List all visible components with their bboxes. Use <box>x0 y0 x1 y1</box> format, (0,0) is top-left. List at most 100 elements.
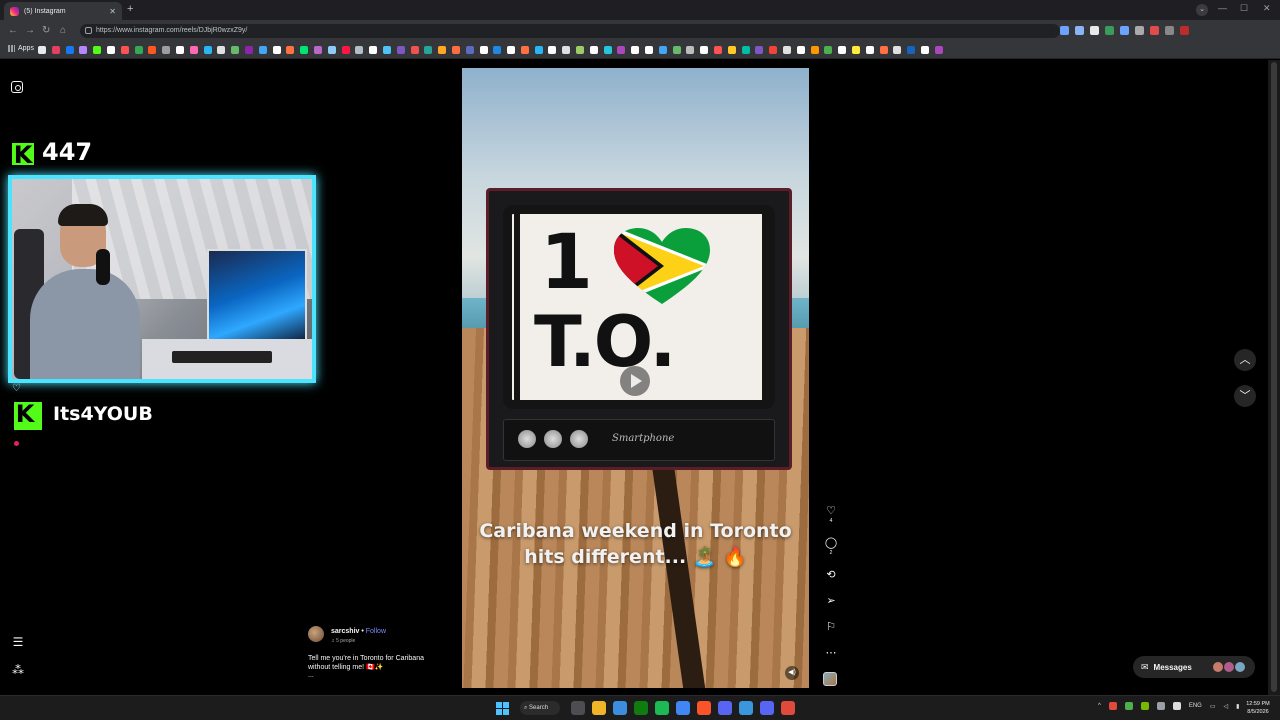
bookmark-favicon-icon[interactable] <box>714 46 723 54</box>
tray-app-icon[interactable] <box>1108 702 1117 710</box>
tab-close-icon[interactable]: ✕ <box>109 7 116 16</box>
bookmark-favicon-icon[interactable] <box>313 46 322 54</box>
taskbar-app-icon[interactable] <box>781 701 795 715</box>
bookmark-favicon-icon[interactable] <box>838 46 847 54</box>
bookmark-favicon-icon[interactable] <box>327 46 336 54</box>
bookmark-favicon-icon[interactable] <box>783 46 792 54</box>
avatar[interactable] <box>308 626 324 642</box>
bookmark-favicon-icon[interactable] <box>865 46 874 54</box>
bookmark-favicon-icon[interactable] <box>217 46 226 54</box>
extension-icon[interactable] <box>1075 26 1084 35</box>
bookmark-favicon-icon[interactable] <box>741 46 750 54</box>
extension-icon[interactable] <box>1120 26 1129 35</box>
bookmark-favicon-icon[interactable] <box>465 46 474 54</box>
taskbar-app-icon[interactable] <box>718 701 732 715</box>
comment-button[interactable]: ◯ 2 <box>823 537 839 556</box>
taskbar-search[interactable]: ⌕ Search <box>520 701 560 715</box>
bookmark-favicon-icon[interactable] <box>562 46 571 54</box>
bookmark-favicon-icon[interactable] <box>148 46 157 54</box>
bookmark-favicon-icon[interactable] <box>934 46 943 54</box>
bookmark-favicon-icon[interactable] <box>355 46 364 54</box>
address-bar[interactable]: https://www.instagram.com/reels/DJbjR0wz… <box>80 24 1060 38</box>
bookmark-favicon-icon[interactable] <box>893 46 902 54</box>
window-close-icon[interactable]: ✕ <box>1263 3 1271 14</box>
bookmark-favicon-icon[interactable] <box>203 46 212 54</box>
bookmark-apps[interactable]: Apps <box>8 45 34 52</box>
bookmark-favicon-icon[interactable] <box>451 46 460 54</box>
bookmark-favicon-icon[interactable] <box>258 46 267 54</box>
network-icon[interactable]: ▭ <box>1210 703 1216 710</box>
language-indicator[interactable]: ENG <box>1189 703 1202 709</box>
bookmark-favicon-icon[interactable] <box>231 46 240 54</box>
bookmark-favicon-icon[interactable] <box>852 46 861 54</box>
next-reel-button[interactable]: ﹀ <box>1234 385 1256 407</box>
bookmark-favicon-icon[interactable] <box>810 46 819 54</box>
extension-icon[interactable] <box>1150 26 1159 35</box>
browser-tab-instagram[interactable]: (5) Instagram ✕ <box>4 2 122 20</box>
bookmark-favicon-icon[interactable] <box>93 46 102 54</box>
menu-icon[interactable]: ☰ <box>11 635 25 649</box>
minimize-icon[interactable]: — <box>1218 3 1227 13</box>
taskbar-app-icon[interactable] <box>760 701 774 715</box>
reel-video[interactable]: 1 T.O. Smartphone Caribana weekend in To… <box>462 68 809 688</box>
bookmark-favicon-icon[interactable] <box>824 46 833 54</box>
bookmark-favicon-icon[interactable] <box>548 46 557 54</box>
back-icon[interactable]: ← <box>8 25 18 36</box>
bookmark-favicon-icon[interactable] <box>921 46 929 54</box>
volume-icon[interactable]: ◁ <box>1224 703 1229 710</box>
extension-icon[interactable] <box>1105 26 1114 35</box>
more-options-button[interactable]: ⋯ <box>823 647 839 659</box>
taskbar-app-icon[interactable] <box>571 701 585 715</box>
bookmark-favicon-icon[interactable] <box>507 46 516 54</box>
previous-reel-button[interactable]: ︿ <box>1234 349 1256 371</box>
bookmark-favicon-icon[interactable] <box>700 46 709 54</box>
bookmark-favicon-icon[interactable] <box>79 46 88 54</box>
also-from-meta-icon[interactable]: ⁂ <box>11 663 25 677</box>
extension-icon[interactable] <box>1060 26 1069 35</box>
save-button[interactable]: ⚐ <box>823 621 839 633</box>
site-info-icon[interactable] <box>85 27 92 34</box>
bookmark-favicon-icon[interactable] <box>879 46 888 54</box>
extension-icon[interactable] <box>1165 26 1174 35</box>
taskbar-app-icon[interactable] <box>739 701 753 715</box>
bookmark-favicon-icon[interactable] <box>520 46 529 54</box>
forward-icon[interactable]: → <box>25 25 35 36</box>
extension-icon[interactable] <box>1135 26 1144 35</box>
taskbar-app-icon[interactable] <box>592 701 606 715</box>
bookmark-favicon-icon[interactable] <box>369 46 378 54</box>
tray-app-icon[interactable] <box>1156 702 1165 710</box>
bookmark-favicon-icon[interactable] <box>534 46 543 54</box>
maximize-icon[interactable]: ☐ <box>1240 3 1248 14</box>
bookmark-favicon-icon[interactable] <box>796 46 805 54</box>
audio-thumbnail[interactable] <box>823 672 837 686</box>
home-icon[interactable]: ⌂ <box>60 25 66 36</box>
bookmark-favicon-icon[interactable] <box>106 46 115 54</box>
bookmark-favicon-icon[interactable] <box>727 46 736 54</box>
tray-overflow-icon[interactable]: ^ <box>1098 703 1101 709</box>
extension-icon[interactable] <box>1180 26 1189 35</box>
bookmark-favicon-icon[interactable] <box>493 46 502 54</box>
bookmark-favicon-icon[interactable] <box>658 46 667 54</box>
bookmark-favicon-icon[interactable] <box>272 46 281 54</box>
taskbar-app-icon[interactable] <box>655 701 669 715</box>
new-tab-icon[interactable]: + <box>127 3 133 15</box>
bookmark-favicon-icon[interactable] <box>672 46 681 54</box>
bookmark-favicon-icon[interactable] <box>189 46 198 54</box>
bookmark-favicon-icon[interactable] <box>631 46 640 54</box>
bookmark-favicon-icon[interactable] <box>38 46 46 54</box>
follow-button[interactable]: Follow <box>366 628 386 635</box>
scrollbar-thumb[interactable] <box>1271 62 1277 692</box>
instagram-logo-icon[interactable] <box>11 81 25 95</box>
audio-info[interactable]: ♫ 5 people <box>331 638 355 644</box>
bookmark-favicon-icon[interactable] <box>162 46 171 54</box>
bookmark-favicon-icon[interactable] <box>286 46 295 54</box>
bookmark-favicon-icon[interactable] <box>244 46 253 54</box>
bookmark-favicon-icon[interactable] <box>51 46 60 54</box>
tab-search-icon[interactable]: ⌄ <box>1196 4 1208 16</box>
bookmark-favicon-icon[interactable] <box>396 46 405 54</box>
like-button[interactable]: ♡ 4 <box>823 505 839 524</box>
bookmark-favicon-icon[interactable] <box>134 46 143 54</box>
caption-more[interactable]: ... <box>308 672 314 679</box>
share-button[interactable]: ➢ <box>823 595 839 607</box>
bookmark-favicon-icon[interactable] <box>617 46 626 54</box>
